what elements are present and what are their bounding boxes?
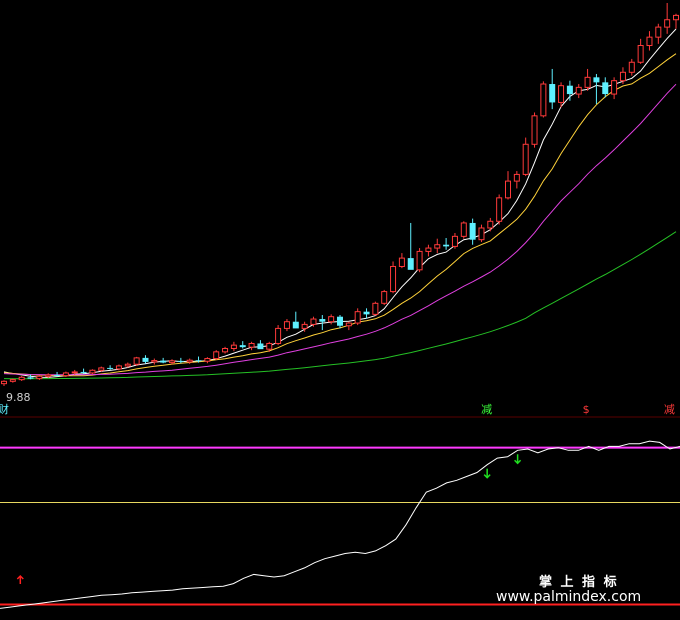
- candle-body-down: [107, 367, 114, 369]
- candle-body-up: [204, 358, 211, 362]
- candle-body-up: [416, 250, 423, 271]
- candle-body-down: [566, 85, 573, 95]
- candle-body-up: [505, 180, 511, 199]
- candle-body-up: [673, 14, 679, 21]
- candle-body-up: [1, 380, 7, 385]
- candle-body-up: [18, 376, 25, 381]
- candle-body-up: [558, 85, 565, 103]
- candle-body-up: [89, 369, 96, 374]
- candle-body-up: [664, 19, 671, 28]
- candle-body-up: [628, 61, 635, 73]
- candle-body-down: [292, 321, 299, 329]
- candle-body-up: [222, 348, 229, 353]
- candle-body-up: [478, 227, 485, 241]
- price-panel: [1, 3, 679, 386]
- candle-body-up: [390, 265, 397, 293]
- candle-body-down: [602, 82, 609, 95]
- candle-body-up: [275, 327, 282, 344]
- candle-body-down: [549, 84, 556, 103]
- candle-body-up: [186, 359, 193, 363]
- candle-body-down: [27, 377, 34, 379]
- candle-body-down: [195, 360, 202, 362]
- ma-60-line: [3, 231, 677, 380]
- candle-body-up: [434, 244, 441, 249]
- candle-body-up: [283, 321, 290, 329]
- signal-label: $: [583, 403, 590, 416]
- candle-body-up: [496, 197, 503, 222]
- candle-body-up: [372, 302, 379, 315]
- candle-body-up: [133, 357, 140, 365]
- candle-body-up: [45, 374, 52, 377]
- candle-body-up: [345, 322, 352, 327]
- candle-body-down: [593, 77, 600, 83]
- candle-body-up: [531, 115, 538, 145]
- candle-body-up: [213, 351, 220, 360]
- candle-body-up: [522, 143, 529, 175]
- candle-body-up: [266, 342, 273, 350]
- candle-body-down: [177, 360, 184, 362]
- candle-body-down: [142, 357, 149, 362]
- candle-body-up: [62, 372, 69, 377]
- signal-label: 减: [481, 403, 492, 416]
- candle-body-up: [169, 360, 175, 364]
- candle-body-up: [451, 235, 458, 247]
- candle-body-up: [98, 367, 105, 371]
- candle-body-down: [469, 222, 476, 240]
- candle-body-up: [248, 342, 255, 348]
- candle-body-up: [151, 360, 158, 363]
- candle-body-up: [425, 247, 432, 252]
- candle-body-down: [80, 371, 87, 373]
- candle-body-up: [71, 371, 78, 374]
- candle-body-up: [354, 311, 361, 324]
- candle-body-down: [160, 360, 167, 363]
- candle-body-down: [319, 319, 326, 322]
- candle-body-up: [398, 257, 405, 267]
- signal-label: 减: [664, 403, 675, 416]
- watermark-title: 掌 上 指 标: [539, 574, 619, 590]
- candle-body-up: [115, 365, 122, 370]
- candle-body-up: [655, 26, 662, 38]
- candle-body-up: [310, 318, 317, 325]
- candle-body-down: [54, 374, 61, 376]
- candle-body-down: [337, 316, 343, 326]
- candle-body-up: [124, 363, 131, 367]
- candle-body-down: [363, 311, 370, 315]
- candle-body-up: [36, 375, 43, 380]
- candle-body-down: [239, 345, 246, 348]
- candle-body-up: [646, 36, 653, 47]
- candle-body-up: [637, 45, 644, 63]
- candle-body-up: [487, 220, 494, 229]
- candle-body-up: [611, 80, 618, 95]
- candle-body-up: [513, 173, 520, 182]
- candle-body-up: [381, 291, 388, 304]
- watermark-url: www.palmindex.com: [496, 589, 641, 605]
- ma-20-line: [3, 83, 677, 376]
- candle-body-down: [407, 258, 414, 270]
- candle-body-up: [540, 83, 547, 117]
- candle-body-up: [575, 86, 582, 95]
- candle-body-down: [257, 343, 264, 350]
- price-low-label: 9.88: [6, 391, 31, 404]
- candle-body-up: [328, 316, 335, 323]
- indicator-side-label: 财: [0, 402, 9, 416]
- candle-body-up: [301, 323, 308, 329]
- candle-body-up: [230, 344, 237, 350]
- stock-chart: 9.88 财 减 $ 减 掌 上 指 标 www.palmindex.com: [0, 3, 680, 609]
- candle-body-up: [584, 76, 591, 88]
- candle-body-down: [443, 244, 450, 247]
- candle-body-up: [460, 222, 467, 237]
- candle-body-up: [619, 71, 626, 82]
- candle-body-up: [9, 379, 16, 382]
